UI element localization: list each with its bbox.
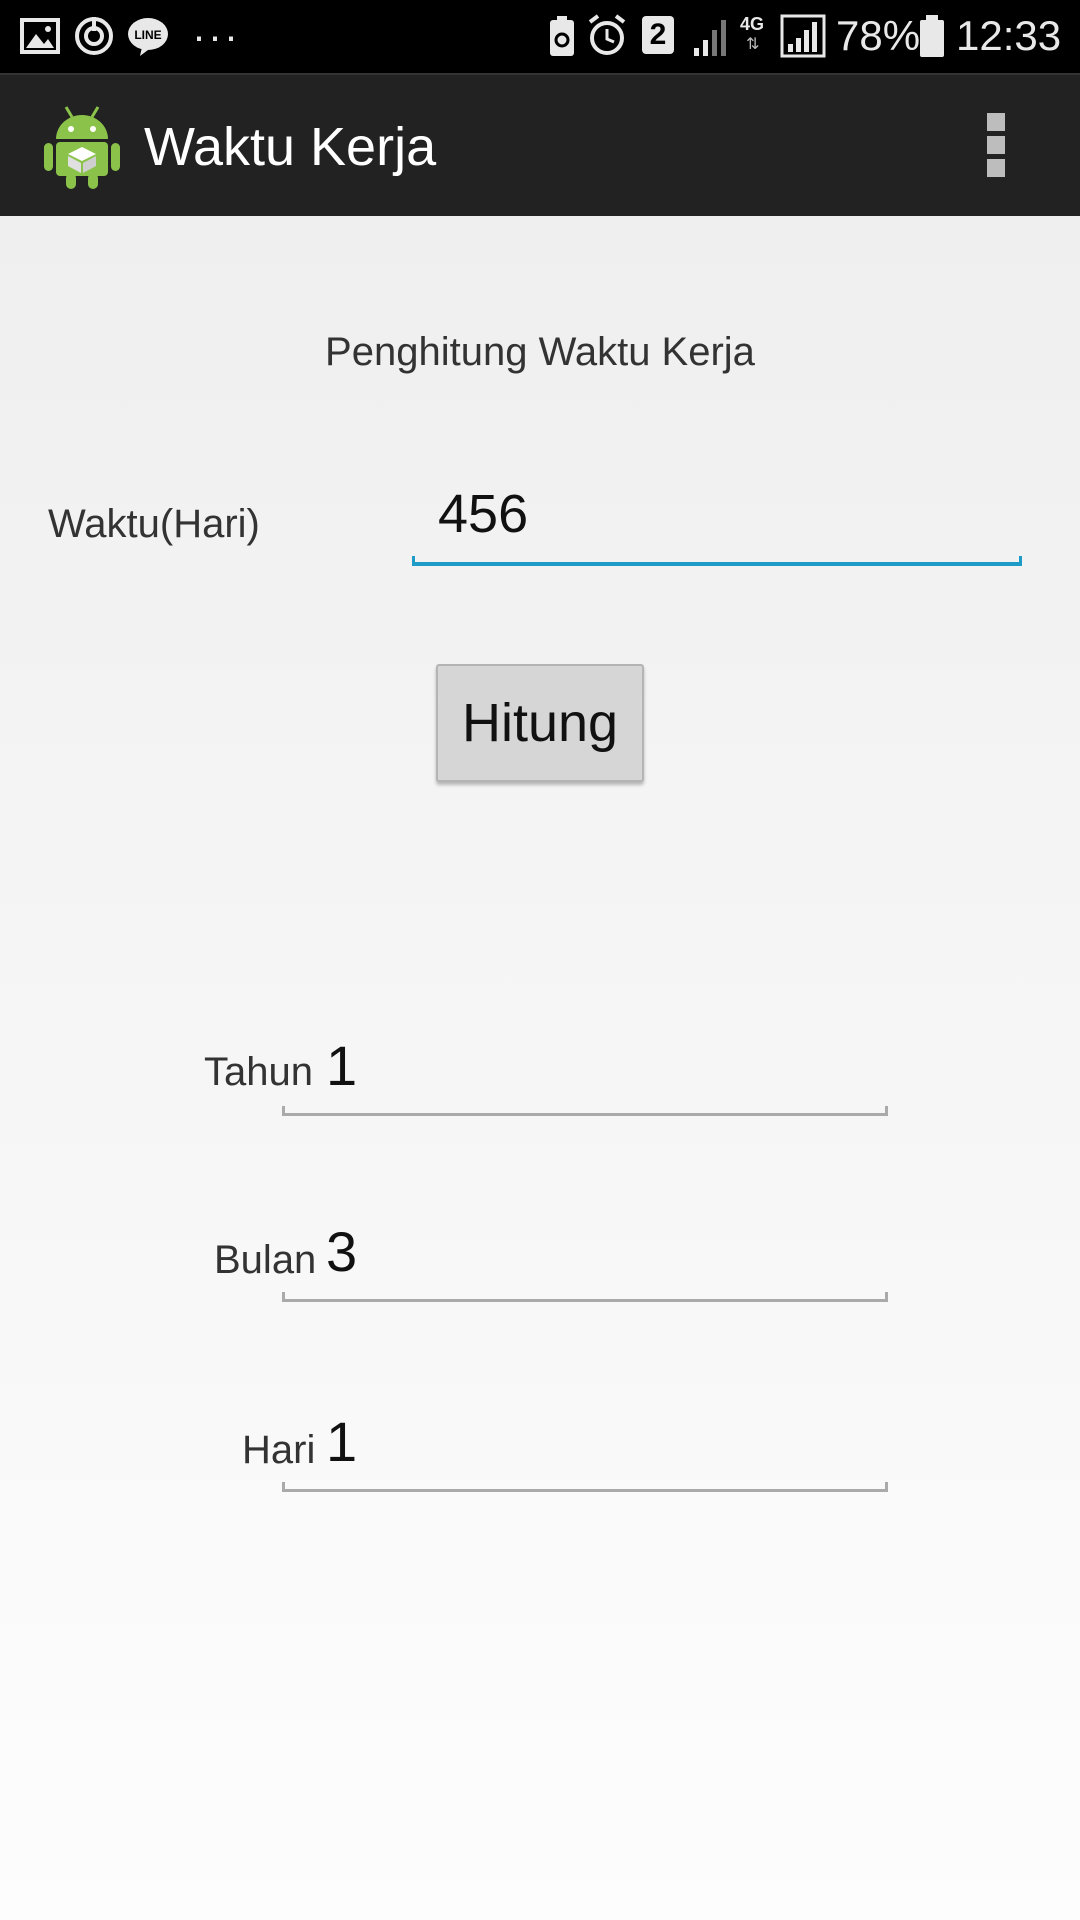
alarm-icon [588, 14, 626, 55]
battery-percent: 78% [836, 12, 921, 59]
page-heading: Penghitung Waktu Kerja [325, 330, 755, 374]
clock-time: 12:33 [956, 12, 1062, 59]
action-bar: Waktu Kerja [0, 73, 1080, 216]
bulan-result-field[interactable]: 3 [282, 1220, 888, 1302]
bulan-value: 3 [326, 1220, 358, 1283]
battery-icon [920, 15, 944, 57]
tahun-result-field[interactable]: 1 [282, 1034, 888, 1116]
signal-sim2-icon [694, 20, 726, 56]
svg-text:LINE: LINE [134, 28, 161, 42]
hitung-button[interactable]: Hitung [436, 664, 644, 782]
status-bar: LINE ··· 2 4G ⇅ 78% 12:33 [0, 0, 1080, 73]
tahun-value: 1 [326, 1034, 358, 1097]
main-content: Penghitung Waktu Kerja Waktu(Hari) 456 H… [0, 216, 1080, 1920]
more-notifications-icon: ··· [192, 12, 240, 59]
sync-notification-icon [75, 17, 113, 55]
sim-2-badge: 2 [642, 16, 674, 54]
waktu-hari-value: 456 [438, 484, 529, 544]
data-arrows-icon: ⇅ [746, 36, 760, 53]
line-app-icon: LINE [128, 18, 168, 56]
hari-value: 1 [326, 1410, 358, 1473]
hari-result-field[interactable]: 1 [282, 1410, 888, 1492]
signal-sim1-icon [780, 14, 826, 58]
android-app-icon [44, 106, 120, 189]
app-title: Waktu Kerja [144, 117, 437, 177]
gallery-notification-icon [20, 18, 60, 54]
network-type-4g-icon: 4G [740, 14, 765, 34]
waktu-hari-label: Waktu(Hari) [48, 502, 260, 546]
battery-saver-icon [550, 16, 574, 56]
overflow-menu-icon[interactable] [980, 113, 1012, 181]
waktu-hari-input[interactable]: 456 [412, 472, 1022, 566]
